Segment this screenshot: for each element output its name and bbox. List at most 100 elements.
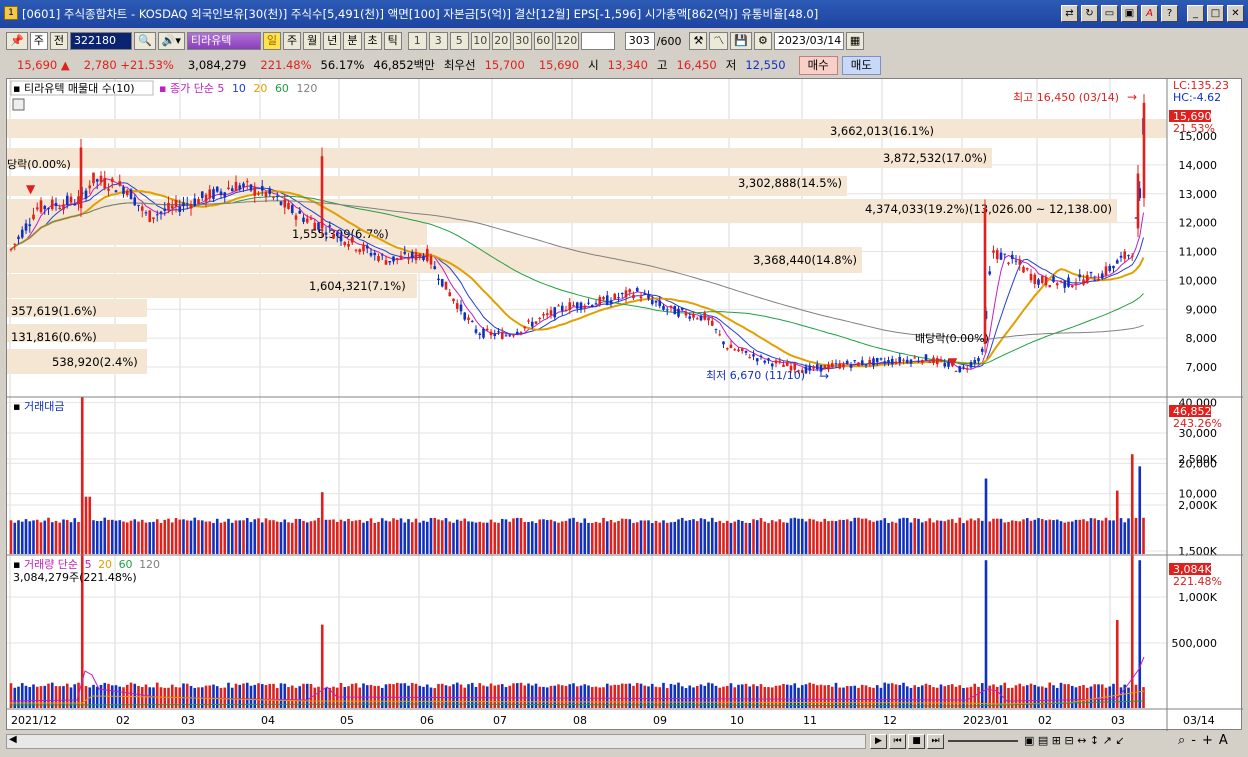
zoom-out-button[interactable]: - <box>1191 733 1196 748</box>
search-icon[interactable]: 🔍 <box>133 32 156 50</box>
period-year-button[interactable]: 년 <box>323 32 342 50</box>
volume-bar <box>834 682 838 708</box>
chart-area[interactable]: 3,662,013(16.1%) 3,872,532(17.0%) 3,302,88… <box>6 78 1243 731</box>
font-icon[interactable]: A <box>1141 5 1158 22</box>
settings-icon[interactable]: ⚙ <box>754 32 772 50</box>
period-5-button[interactable]: 5 <box>449 32 469 50</box>
chart-tool-icon[interactable]: 〽 <box>709 32 729 50</box>
candle-body <box>362 244 365 252</box>
period-20-button[interactable]: 20 <box>491 32 511 50</box>
amount-panel-title[interactable]: ▪ 거래대금 <box>13 400 64 413</box>
candle-body <box>928 361 932 363</box>
auto-scale-button[interactable]: A <box>1219 733 1228 748</box>
speaker-icon[interactable]: 🔊▾ <box>157 32 185 50</box>
count-input[interactable]: 303 <box>624 32 655 50</box>
maximize-icon[interactable]: □ <box>1207 5 1224 22</box>
buy-button[interactable]: 매수 <box>798 55 838 75</box>
tool-icons[interactable]: ▣ ▤ ⊞ ⊟ ↔ ↕ ↗ ↙ <box>1024 734 1125 747</box>
high-arrow-icon: → <box>1127 90 1137 104</box>
last-price-pct: 21.53% <box>1173 122 1215 135</box>
candle-body <box>17 236 20 240</box>
amount-bar <box>628 519 632 554</box>
volume-panel-title[interactable]: ▪ 거래량 단순 5 20 60 120 <box>13 558 160 571</box>
candle-body <box>279 201 283 205</box>
volume-bar <box>294 687 298 708</box>
table-icon[interactable] <box>12 98 25 111</box>
volume-bar <box>1067 684 1070 708</box>
candle-body <box>909 359 913 364</box>
candle-body <box>1089 271 1093 274</box>
amount-bar <box>1007 521 1010 554</box>
scroll-left-icon[interactable]: ◀ <box>9 734 17 745</box>
low-label: 저 <box>725 58 737 72</box>
amount-bar <box>418 522 422 554</box>
calendar-icon[interactable]: ▦ <box>845 32 865 50</box>
type-select[interactable]: 주 <box>29 32 48 50</box>
minimize-icon[interactable]: _ <box>1187 5 1204 22</box>
prev-button[interactable]: 전 <box>49 32 68 50</box>
amount-bar <box>35 519 39 554</box>
period-week-button[interactable]: 주 <box>283 32 302 50</box>
volume-bar <box>887 683 890 708</box>
period-month-button[interactable]: 월 <box>303 32 322 50</box>
count-total: /600 <box>656 34 682 48</box>
candle-body <box>309 218 313 220</box>
image-icon[interactable]: ▣ <box>1121 5 1138 22</box>
volume-bar <box>669 683 673 708</box>
help-icon[interactable]: ? <box>1161 5 1178 22</box>
amount-bar <box>1033 519 1037 554</box>
nav-first-icon[interactable]: ⏮ <box>889 734 906 749</box>
zoom-in-button[interactable]: + <box>1202 733 1213 748</box>
sell-button[interactable]: 매도 <box>841 55 881 75</box>
candle-body <box>830 363 834 368</box>
window-icon[interactable]: ▭ <box>1101 5 1118 22</box>
zoom-slider[interactable] <box>948 740 1018 742</box>
period-second-button[interactable]: 초 <box>363 32 382 50</box>
horizontal-scrollbar[interactable]: ◀ <box>6 734 866 749</box>
period-3-button[interactable]: 3 <box>428 32 448 50</box>
volume-bar <box>1059 682 1063 708</box>
tool-icon[interactable]: ⚒ <box>689 32 708 50</box>
candle-body <box>894 361 898 364</box>
candle-body <box>1078 274 1082 278</box>
period-30-button[interactable]: 30 <box>512 32 532 50</box>
zoom-search-icon[interactable]: ⌕ <box>1178 733 1185 748</box>
nav-last-icon[interactable]: ⏭ <box>927 734 944 749</box>
amount-bar <box>545 520 549 554</box>
refresh-icon[interactable]: ↻ <box>1081 5 1098 22</box>
ma-legend[interactable]: ▪ 종가 단순 5 10 20 60 120 <box>159 82 317 95</box>
volume-bar <box>913 685 917 708</box>
nav-next-icon[interactable]: ▶ <box>870 734 887 749</box>
date-input[interactable]: 2023/03/14 <box>773 32 844 50</box>
custom-period-input[interactable] <box>580 32 615 50</box>
period-minute-button[interactable]: 분 <box>343 32 362 50</box>
period-tick-button[interactable]: 틱 <box>383 32 402 50</box>
price-legend-title[interactable]: ▪ 티라유텍 매물대 수(10) <box>13 82 135 95</box>
save-icon[interactable]: 💾 <box>730 32 753 50</box>
candle-body <box>223 192 227 197</box>
stock-chart-svg[interactable]: 3,662,013(16.1%) 3,872,532(17.0%) 3,302,88… <box>7 79 1243 731</box>
period-day-button[interactable]: 일 <box>262 32 281 50</box>
candle-body <box>512 335 515 337</box>
amount-bar <box>714 521 718 554</box>
amount-bar <box>973 520 977 554</box>
amount-bar <box>568 518 572 554</box>
link-icon[interactable]: ⇄ <box>1061 5 1078 22</box>
volume-y-tick: 2,500K <box>1178 453 1217 466</box>
amount-bar <box>969 518 973 554</box>
period-120-button[interactable]: 120 <box>554 32 579 50</box>
period-10-button[interactable]: 10 <box>470 32 490 50</box>
period-1-button[interactable]: 1 <box>407 32 427 50</box>
amount-bar <box>860 518 864 554</box>
volume-bar <box>1100 684 1104 708</box>
period-60-button[interactable]: 60 <box>533 32 553 50</box>
volume-bar <box>920 685 924 708</box>
pin-icon[interactable]: 📌 <box>6 32 28 50</box>
candle-body <box>320 156 324 229</box>
stock-code-input[interactable]: 322180 <box>69 32 132 50</box>
amount-bar <box>242 520 245 554</box>
amount-bar <box>28 521 32 554</box>
nav-stop-icon[interactable]: ■ <box>908 734 925 749</box>
close-icon[interactable]: ✕ <box>1227 5 1244 22</box>
amount-bar <box>560 521 564 554</box>
